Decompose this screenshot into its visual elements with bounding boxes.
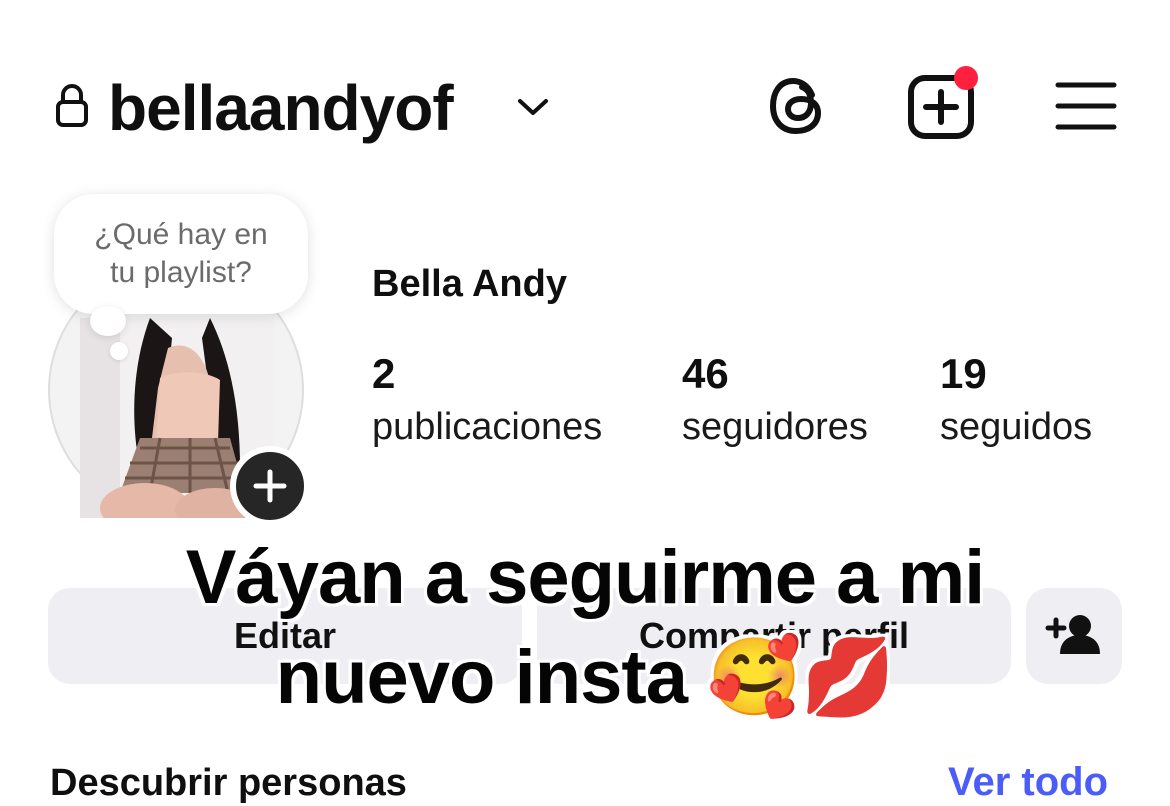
see-all-link[interactable]: Ver todo <box>948 758 1108 806</box>
following-label[interactable]: seguidos <box>940 404 1092 450</box>
overlay-caption-line1: Váyan a seguirme a mi <box>185 535 986 620</box>
plus-icon <box>253 469 287 503</box>
note-text-line1: ¿Qué hay en <box>94 218 268 251</box>
add-story-button[interactable] <box>230 446 310 526</box>
note-bubble[interactable]: ¿Qué hay en tu playlist? <box>54 194 308 314</box>
posts-count[interactable]: 2 <box>372 350 395 398</box>
note-bubble-tail-small <box>110 342 128 360</box>
username-title[interactable]: bellaandyof <box>108 70 454 146</box>
following-count[interactable]: 19 <box>940 350 987 398</box>
overlay-caption-line2: nuevo insta 🥰💋 <box>275 635 896 720</box>
followers-count[interactable]: 46 <box>682 350 729 398</box>
note-bubble-tail <box>90 306 126 336</box>
posts-label[interactable]: publicaciones <box>372 404 602 450</box>
threads-icon[interactable] <box>766 73 830 139</box>
followers-label[interactable]: seguidores <box>682 404 868 450</box>
note-text-line2: tu playlist? <box>110 256 252 289</box>
chevron-down-icon[interactable] <box>516 96 550 118</box>
menu-icon[interactable] <box>1055 80 1117 132</box>
profile-full-name: Bella Andy <box>372 263 567 305</box>
notification-dot <box>954 66 978 90</box>
lock-icon <box>56 84 88 127</box>
discover-people-title: Descubrir personas <box>50 762 407 804</box>
